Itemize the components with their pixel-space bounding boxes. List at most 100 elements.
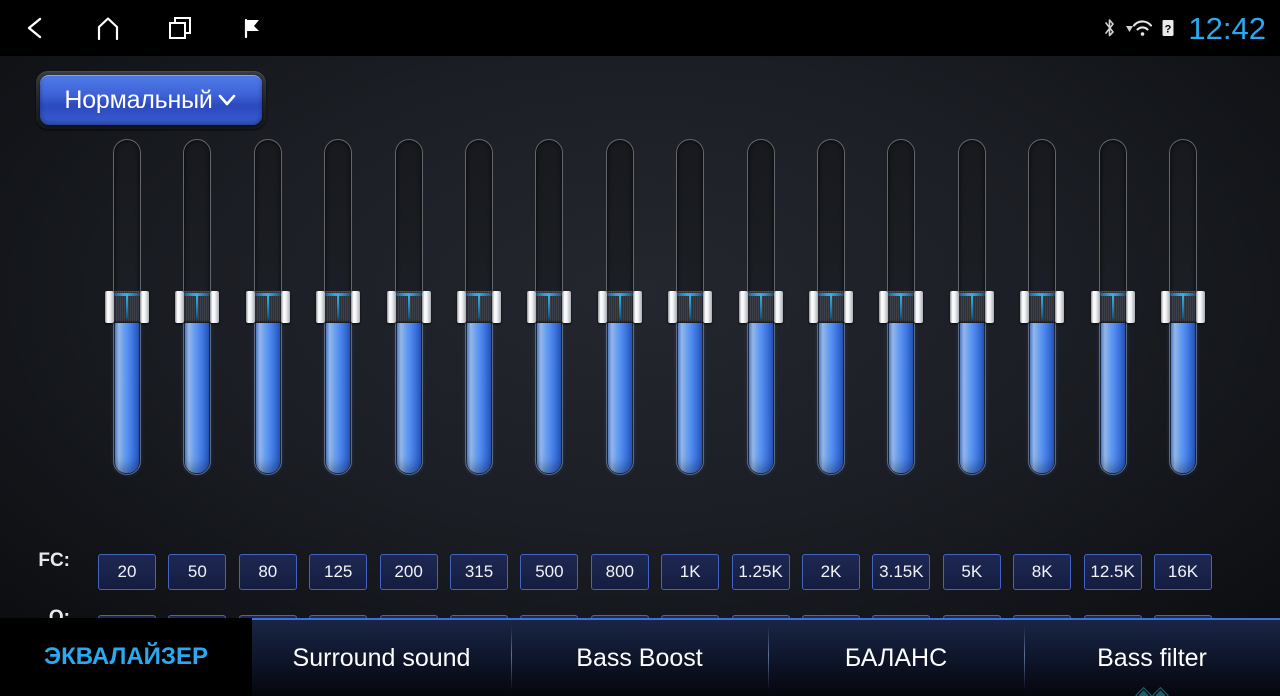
slider-thumb-grip — [535, 291, 564, 323]
band-slider[interactable] — [316, 139, 361, 475]
fc-value-box[interactable]: 1K — [661, 554, 720, 590]
slider-thumb[interactable] — [809, 291, 853, 323]
fc-value-box[interactable]: 3.15K — [872, 554, 931, 590]
wifi-icon — [1124, 17, 1154, 39]
slider-thumb-cap-right — [1196, 291, 1205, 323]
svg-text:?: ? — [1165, 24, 1172, 36]
slider-thumb[interactable] — [105, 291, 149, 323]
fc-value-box[interactable]: 500 — [520, 554, 579, 590]
home-button[interactable] — [72, 0, 144, 56]
slider-thumb[interactable] — [597, 291, 642, 323]
slider-thumb-cap-left — [105, 291, 114, 323]
band-slider[interactable] — [105, 139, 149, 475]
tab-bass-filter[interactable]: Bass filter ◈◈ — [1024, 618, 1280, 696]
status-icons: ? 12:42 — [1102, 0, 1266, 56]
slider-thumb-cap-left — [527, 291, 537, 323]
slider-thumb[interactable] — [879, 291, 924, 323]
navigation-bar — [0, 0, 288, 56]
slider-thumb[interactable] — [738, 291, 783, 323]
recents-button[interactable] — [144, 0, 216, 56]
band-slider[interactable] — [245, 139, 290, 475]
slider-thumb[interactable] — [316, 291, 361, 323]
slider-thumb-cap-right — [1055, 291, 1065, 323]
equalizer-panel: Нормальный FC: Q: 2050801252003155008001… — [0, 56, 1280, 651]
slider-fill — [748, 307, 773, 473]
recents-icon — [166, 14, 194, 42]
slider-thumb-grip — [324, 291, 353, 323]
fc-value-box[interactable]: 315 — [450, 554, 508, 590]
band-slider[interactable] — [175, 139, 220, 475]
band-slider[interactable] — [879, 139, 924, 475]
band-slider[interactable] — [738, 139, 783, 475]
slider-thumb-cap-left — [809, 291, 818, 323]
band-slider[interactable] — [1161, 139, 1205, 475]
slider-thumb-grip — [394, 291, 423, 323]
fc-value-box[interactable]: 16K — [1154, 554, 1212, 590]
fc-value-box[interactable]: 800 — [590, 554, 649, 590]
tab-balance[interactable]: БАЛАНС — [768, 618, 1024, 696]
tab-label: Bass filter — [1097, 643, 1207, 672]
slider-thumb[interactable] — [386, 291, 431, 323]
slider-thumb-grip — [817, 291, 845, 323]
slider-thumb-grip — [676, 291, 705, 323]
fc-value-box[interactable]: 5K — [942, 554, 1001, 590]
band-slider[interactable] — [949, 139, 994, 475]
band-slider[interactable] — [1090, 139, 1135, 475]
slider-thumb-cap-left — [597, 291, 607, 323]
tab-label: БАЛАНС — [844, 643, 948, 672]
slider-fill — [819, 307, 843, 473]
slider-thumb-cap-left — [457, 291, 466, 323]
sim-card-icon: ? — [1161, 18, 1175, 38]
equalizer-screen: ? 12:42 Нормальный FC: Q: 20508012520031… — [0, 0, 1280, 696]
slider-fill — [467, 307, 491, 473]
slider-fill — [1030, 307, 1055, 473]
slider-thumb[interactable] — [1161, 291, 1205, 323]
clock: 12:42 — [1188, 10, 1266, 46]
fc-value-box[interactable]: 80 — [238, 554, 297, 590]
slider-fill — [115, 307, 139, 473]
tab-equalizer[interactable]: ЭКВАЛАЙЗЕР — [0, 618, 252, 696]
tab-surround-sound[interactable]: Surround sound — [252, 618, 511, 696]
band-slider[interactable] — [1020, 139, 1065, 475]
flag-button[interactable] — [216, 0, 288, 56]
fc-value-box[interactable]: 1.25K — [731, 554, 790, 590]
slider-thumb-grip — [183, 291, 212, 323]
slider-fill — [326, 307, 351, 473]
slider-thumb[interactable] — [1020, 291, 1065, 323]
slider-thumb[interactable] — [245, 291, 290, 323]
slider-thumb-cap-right — [492, 291, 501, 323]
fc-value-box[interactable]: 125 — [309, 554, 368, 590]
fc-value-box[interactable]: 2K — [802, 554, 860, 590]
tab-bass-boost[interactable]: Bass Boost — [511, 618, 768, 696]
slider-thumb[interactable] — [175, 291, 220, 323]
band-slider[interactable] — [597, 139, 642, 475]
slider-thumb[interactable] — [1090, 291, 1135, 323]
slider-fill — [1171, 307, 1195, 473]
band-slider[interactable] — [668, 139, 713, 475]
band-slider[interactable] — [457, 139, 501, 475]
slider-thumb[interactable] — [949, 291, 994, 323]
fc-value-box[interactable]: 20 — [98, 554, 156, 590]
band-slider[interactable] — [527, 139, 572, 475]
slider-thumb-cap-right — [984, 291, 994, 323]
slider-thumb-cap-right — [773, 291, 783, 323]
fc-value-box[interactable]: 50 — [168, 554, 227, 590]
slider-thumb-grip — [957, 291, 986, 323]
band-slider[interactable] — [386, 139, 431, 475]
slider-fill — [607, 307, 632, 473]
slider-thumb-cap-left — [668, 291, 678, 323]
fc-value-box[interactable]: 200 — [379, 554, 438, 590]
slider-thumb[interactable] — [527, 291, 572, 323]
slider-fill — [185, 307, 210, 473]
fc-value-box[interactable]: 12.5K — [1083, 554, 1142, 590]
fc-value-box[interactable]: 8K — [1013, 554, 1072, 590]
slider-thumb-cap-right — [421, 291, 431, 323]
slider-thumb-cap-right — [844, 291, 853, 323]
slider-thumb-cap-right — [210, 291, 220, 323]
slider-thumb-cap-left — [1161, 291, 1170, 323]
band-slider[interactable] — [809, 139, 853, 475]
back-button[interactable] — [0, 0, 72, 56]
slider-thumb[interactable] — [457, 291, 501, 323]
tab-label: ЭКВАЛАЙЗЕР — [44, 643, 208, 670]
slider-thumb[interactable] — [668, 291, 713, 323]
